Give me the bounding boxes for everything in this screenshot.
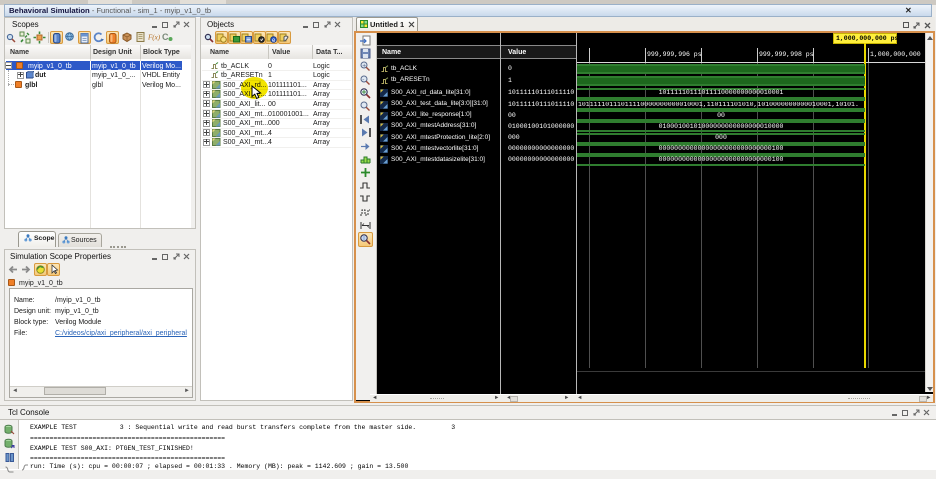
svg-text:C: C [162,32,169,42]
svg-text:+: + [362,63,366,70]
svg-text:-: - [362,77,364,84]
svg-text:F(x): F(x) [148,34,161,42]
